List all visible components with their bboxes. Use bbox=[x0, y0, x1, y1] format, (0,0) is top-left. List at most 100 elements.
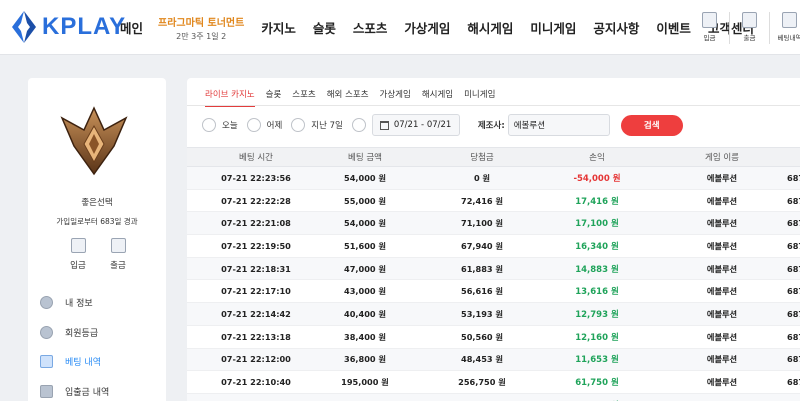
table-row[interactable]: 07-21 22:14:42 40,400 원 53,193 원 12,793 원 에볼… bbox=[187, 303, 800, 326]
cell-game-id: 687 bbox=[787, 331, 800, 342]
table-row[interactable]: 07-21 22:10:40 195,000 원 256,750 원 61,750 원… bbox=[187, 371, 800, 394]
sidebar-deposit-label: 입금 bbox=[70, 261, 86, 271]
cell-bet-amount: 36,800 원 bbox=[344, 354, 386, 365]
cell-bet-amount: 40,400 원 bbox=[344, 308, 386, 319]
sidebar-item-transactions[interactable]: 입출금 내역 bbox=[40, 377, 109, 401]
cell-bet-time: 07-21 22:21:08 bbox=[221, 218, 291, 229]
header-withdraw-label: 출금 bbox=[743, 34, 756, 42]
cell-bet-amount: 100,000 원 bbox=[335, 394, 395, 401]
header-betting-history-button[interactable]: 베팅내역 bbox=[772, 12, 800, 44]
cell-game-id: 687 bbox=[787, 263, 800, 274]
nav-item-casino[interactable]: 카지노 bbox=[261, 18, 296, 37]
cell-bet-amount: 38,400 원 bbox=[344, 331, 386, 342]
withdraw-icon bbox=[110, 238, 126, 253]
cell-win-amount: 50,560 원 bbox=[461, 331, 503, 342]
calendar-icon bbox=[379, 120, 389, 130]
table-row[interactable]: 07-21 22:23:56 54,000 원 0 원 -54,000 원 에볼루션 68… bbox=[187, 167, 800, 190]
filter-today-radio[interactable]: 오늘 bbox=[202, 118, 238, 132]
cell-profit-loss: 12,160 원 bbox=[575, 332, 619, 343]
sidebar-item-label: 내 정보 bbox=[65, 299, 93, 310]
rank-emblem-icon bbox=[60, 106, 128, 176]
table-row[interactable]: 07-21 22:17:10 43,000 원 56,616 원 13,616 원 에볼… bbox=[187, 280, 800, 304]
cell-profit-loss: 17,416 원 bbox=[575, 196, 619, 207]
divider bbox=[729, 12, 730, 44]
nav-item-sports[interactable]: 스포츠 bbox=[353, 18, 388, 37]
cell-bet-time: 07-21 22:19:50 bbox=[221, 240, 291, 251]
sidebar-deposit-button[interactable]: 입금 bbox=[58, 238, 98, 271]
brand-logo[interactable]: KPLAY bbox=[10, 9, 126, 45]
filter-custom-radio[interactable] bbox=[351, 118, 366, 132]
sidebar-item-profile[interactable]: 내 정보 bbox=[40, 288, 109, 318]
sidebar-item-label: 입출금 내역 bbox=[65, 387, 110, 398]
cell-bet-amount: 54,000 원 bbox=[344, 218, 386, 229]
header-deposit-button[interactable]: 입금 bbox=[692, 12, 727, 44]
header-withdraw-button[interactable]: 출금 bbox=[732, 12, 767, 44]
table-row[interactable]: 07-21 22:12:00 36,800 원 48,453 원 11,653 원 에볼… bbox=[187, 348, 800, 372]
sidebar-withdraw-label: 출금 bbox=[110, 261, 126, 271]
table-row[interactable]: 07-21 22:19:50 51,600 원 67,940 원 16,340 원 에볼… bbox=[187, 235, 800, 258]
cell-win-amount: 53,193 원 bbox=[461, 308, 503, 319]
table-row[interactable]: 07-21 22:21:08 54,000 원 71,100 원 17,100 원 에볼… bbox=[187, 212, 800, 236]
main-nav: 메인 프라그마틱 토너먼트 2만 3주 1일 2 카지노 슬롯 스포츠 가상게임… bbox=[120, 0, 771, 55]
sidebar-item-label: 회원등급 bbox=[65, 328, 99, 339]
date-range-picker[interactable]: 07/21 - 07/21 bbox=[371, 114, 460, 136]
cell-profit-loss: 17,100 원 bbox=[575, 219, 619, 230]
provider-label: 제조사: bbox=[477, 121, 505, 131]
cell-bet-amount: 51,600 원 bbox=[344, 240, 386, 251]
cell-game-id: 687 bbox=[787, 286, 800, 297]
column-header-bet: 베팅 금액 bbox=[348, 153, 382, 163]
sidebar-withdraw-button[interactable]: 출금 bbox=[98, 238, 138, 271]
cell-bet-amount: 47,000 원 bbox=[344, 263, 386, 274]
sidebar-item-betting-history[interactable]: 베팅 내역 bbox=[40, 347, 109, 377]
sidebar-menu: 내 정보 회원등급 베팅 내역 입출금 내역 bbox=[40, 288, 109, 401]
cell-profit-loss: 61,750 원 bbox=[575, 378, 619, 389]
cell-bet-time: 07-21 22:17:10 bbox=[221, 286, 291, 297]
cell-bet-time: 07-21 22:23:56 bbox=[221, 172, 291, 183]
cell-bet-time: 07-21 22:14:42 bbox=[221, 308, 291, 319]
logo-mark-icon bbox=[12, 11, 36, 43]
header-betting-history-label: 베팅내역 bbox=[777, 34, 800, 42]
provider-input[interactable] bbox=[507, 114, 610, 136]
nav-item-main[interactable]: 메인 bbox=[120, 18, 143, 37]
cell-win-amount: 256,750 원 bbox=[458, 377, 506, 388]
nav-item-hash[interactable]: 해시게임 bbox=[467, 18, 513, 37]
cell-game-id: 687 bbox=[787, 195, 800, 206]
user-membership-days: 가입일로부터 683일 경과 bbox=[56, 217, 138, 226]
cell-game-name: 에볼루션 bbox=[706, 240, 738, 251]
sidebar-item-membership[interactable]: 회원등급 bbox=[40, 318, 109, 348]
filter-bar: 오늘 어제 지난 7일 07/21 - 07/21 제조사: 검색 bbox=[202, 114, 683, 136]
betting-history-table: 베팅 시간 베팅 금액 당첨금 손익 게임 이름 게임 07-21 22:23:… bbox=[187, 147, 800, 401]
sidebar-item-label: 베팅 내역 bbox=[65, 358, 101, 369]
table-row[interactable]: 07-21 22:09:59 100,000 원 195,000 원 95,000 원… bbox=[187, 393, 800, 401]
cell-win-amount: 56,616 원 bbox=[461, 286, 503, 297]
filter-yesterday-radio[interactable]: 어제 bbox=[246, 118, 283, 132]
cell-bet-time: 07-21 22:22:28 bbox=[221, 195, 291, 206]
nav-item-mini[interactable]: 미니게임 bbox=[530, 18, 576, 37]
divider bbox=[187, 105, 800, 106]
profile-icon bbox=[40, 296, 53, 310]
search-button[interactable]: 검색 bbox=[620, 114, 683, 136]
filter-last7-radio[interactable]: 지난 7일 bbox=[291, 118, 343, 132]
nav-item-virtual[interactable]: 가상게임 bbox=[404, 18, 450, 37]
cell-profit-loss: -54,000 원 bbox=[573, 173, 621, 184]
cell-win-amount: 72,416 원 bbox=[461, 195, 503, 206]
nav-item-notice[interactable]: 공지사항 bbox=[593, 18, 639, 37]
cell-game-id: 687 bbox=[787, 377, 800, 388]
filter-today-label: 오늘 bbox=[222, 121, 238, 131]
cell-game-id: 687 bbox=[787, 172, 800, 183]
table-header: 베팅 시간 베팅 금액 당첨금 손익 게임 이름 게임 bbox=[187, 147, 800, 167]
column-header-pl: 손익 bbox=[589, 153, 605, 163]
filter-yesterday-label: 어제 bbox=[266, 121, 283, 131]
betting-history-panel: 라이브 카지노 슬롯 스포츠 해외 스포츠 가상게임 해시게임 미니게임 오늘 … bbox=[187, 78, 800, 401]
nav-item-event[interactable]: 이벤트 bbox=[656, 18, 691, 37]
nav-promo-tournament[interactable]: 프라그마틱 토너먼트 2만 3주 1일 2 bbox=[158, 14, 244, 42]
table-row[interactable]: 07-21 22:22:28 55,000 원 72,416 원 17,416 원 에볼… bbox=[187, 190, 800, 213]
cell-win-amount: 67,940 원 bbox=[461, 240, 503, 251]
table-row[interactable]: 07-21 22:18:31 47,000 원 61,883 원 14,883 원 에볼… bbox=[187, 257, 800, 281]
cell-game-name: 에볼루션 bbox=[706, 354, 738, 365]
table-row[interactable]: 07-21 22:13:18 38,400 원 50,560 원 12,160 원 에볼… bbox=[187, 326, 800, 349]
nav-item-slot[interactable]: 슬롯 bbox=[313, 18, 336, 37]
cell-win-amount: 48,453 원 bbox=[461, 354, 503, 365]
cell-game-name: 에볼루션 bbox=[706, 195, 738, 206]
cell-profit-loss: 16,340 원 bbox=[575, 241, 619, 252]
